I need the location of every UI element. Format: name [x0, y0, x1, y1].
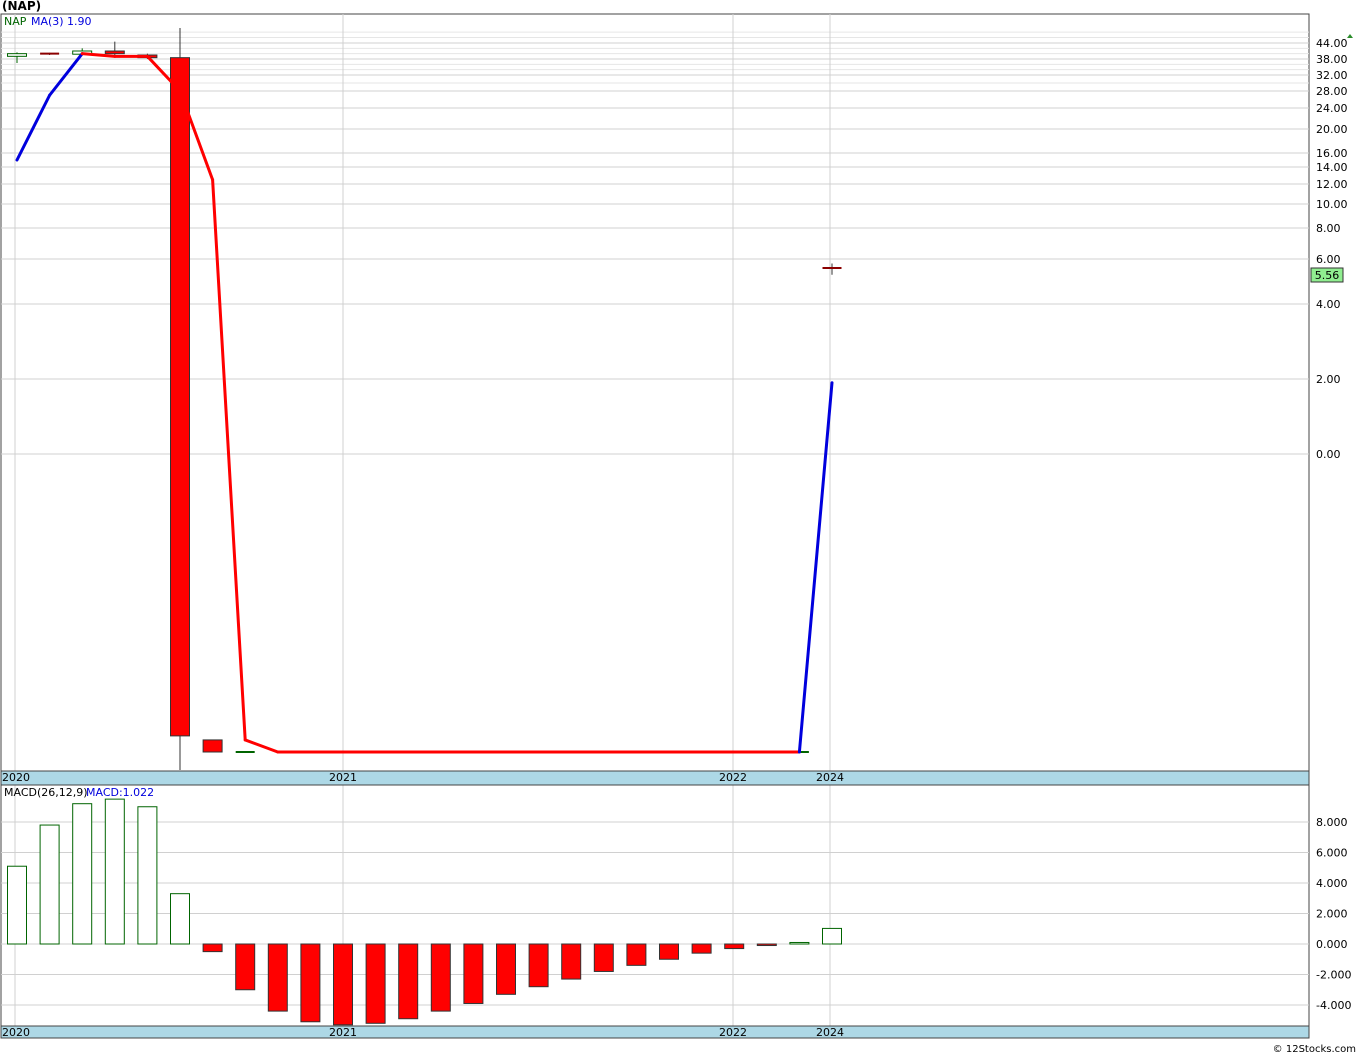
macd-bar	[463, 943, 484, 1004]
macd-bar	[398, 943, 419, 1020]
price-y-tick-label: 8.00	[1316, 222, 1341, 235]
price-y-tick-label: 28.00	[1316, 85, 1348, 98]
macd-y-tick-label: -4.000	[1316, 999, 1351, 1012]
macd-bar	[7, 865, 27, 945]
macd-bar	[365, 943, 386, 1024]
price-x-tick-label: 2021	[329, 771, 357, 784]
macd-bar	[593, 943, 614, 972]
macd-legend-label: MACD(26,12,9)	[4, 786, 88, 799]
candle-body	[170, 57, 190, 737]
candle-body	[104, 50, 125, 55]
macd-bar	[496, 943, 516, 995]
macd-bar	[202, 943, 223, 953]
candle-body	[202, 739, 223, 753]
macd-x-tick-label: 2020	[2, 1026, 30, 1039]
price-date-axis-band	[0, 770, 1310, 786]
macd-x-tick-label: 2021	[329, 1026, 357, 1039]
watermark: © 12Stocks.com	[1273, 1044, 1356, 1055]
macd-bar	[659, 943, 679, 960]
macd-bar	[626, 943, 647, 966]
macd-bar	[430, 943, 451, 1012]
macd-bar	[72, 803, 93, 945]
macd-bar	[39, 824, 60, 945]
price-y-tick-label: 32.00	[1316, 69, 1348, 82]
macd-legend-value: MACD:1.022	[86, 786, 154, 799]
candle-body	[7, 53, 27, 57]
price-y-tick-label: 4.00	[1316, 298, 1341, 311]
macd-bar	[235, 943, 256, 991]
macd-x-tick-label: 2022	[719, 1026, 747, 1039]
last-price-label: 5.56	[1315, 269, 1340, 282]
price-x-tick-label: 2024	[816, 771, 844, 784]
price-legend-ma-value: 1.90	[67, 15, 92, 28]
price-y-tick-label: 6.00	[1316, 253, 1341, 266]
macd-bar	[691, 943, 712, 954]
price-legend-ma: MA(3)	[31, 15, 64, 28]
macd-bar	[267, 943, 288, 1012]
macd-bar	[333, 943, 353, 1026]
macd-x-tick-label: 2024	[816, 1026, 844, 1039]
price-legend-symbol: NAP	[4, 15, 27, 28]
macd-bar	[756, 943, 777, 947]
price-y-tick-label: 10.00	[1316, 198, 1348, 211]
macd-bar	[822, 927, 842, 945]
price-y-tick-label: 38.00	[1316, 53, 1348, 66]
macd-y-tick-label: 6.000	[1316, 847, 1348, 860]
price-y-tick-label: 24.00	[1316, 102, 1348, 115]
macd-bar	[789, 941, 810, 945]
macd-date-axis-band	[0, 1025, 1310, 1039]
macd-bar	[300, 943, 321, 1023]
price-y-tick-label: 0.00	[1316, 448, 1341, 461]
price-y-tick-label: 44.00	[1316, 37, 1348, 50]
macd-bar	[561, 943, 582, 980]
price-x-tick-label: 2022	[719, 771, 747, 784]
price-y-tick-label: 2.00	[1316, 373, 1341, 386]
price-y-tick-label: 20.00	[1316, 123, 1348, 136]
macd-y-tick-label: 0.000	[1316, 938, 1348, 951]
price-y-tick-label: 14.00	[1316, 161, 1348, 174]
macd-y-tick-label: -2.000	[1316, 969, 1351, 982]
price-x-tick-label: 2020	[2, 771, 30, 784]
price-y-tick-label: 16.00	[1316, 147, 1348, 160]
macd-bar	[528, 943, 549, 988]
macd-y-tick-label: 4.000	[1316, 877, 1348, 890]
macd-bar	[724, 943, 745, 950]
macd-bar	[137, 806, 158, 945]
macd-y-tick-label: 8.000	[1316, 816, 1348, 829]
chart-title: (NAP)	[2, 0, 41, 13]
macd-y-tick-label: 2.000	[1316, 908, 1348, 921]
stock-chart: 2020 2021 2022 2024 2020 2021 2022 2024 44.00 3…	[0, 0, 1360, 1056]
price-y-tick-label: 12.00	[1316, 178, 1348, 191]
macd-bar	[170, 893, 190, 945]
macd-bar	[104, 798, 125, 945]
